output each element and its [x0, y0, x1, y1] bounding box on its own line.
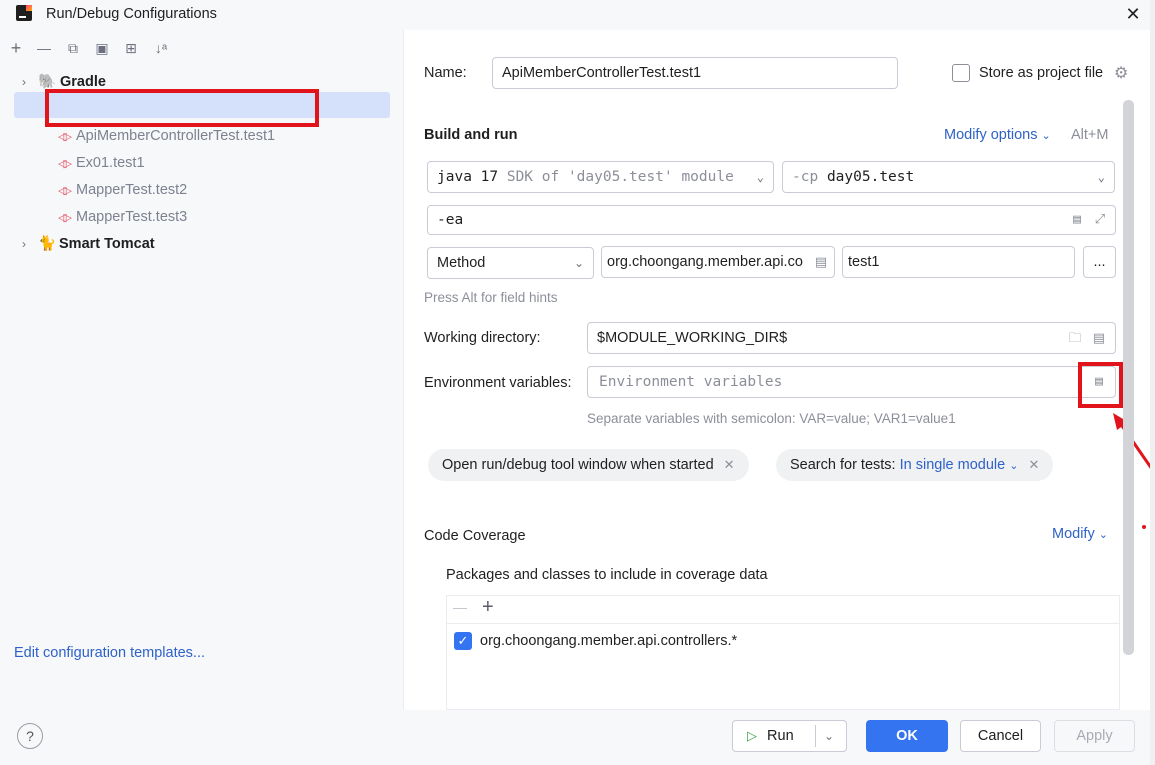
working-directory-label: Working directory:: [424, 330, 541, 346]
folder-icon[interactable]: 🗀: [1067, 330, 1083, 346]
open-tool-window-chip[interactable]: Open run/debug tool window when started ✕: [428, 449, 749, 481]
environment-variables-field[interactable]: Environment variables ▤: [587, 366, 1116, 398]
tree-item-label: MapperTest.test3: [76, 209, 188, 225]
remove-entry-icon[interactable]: —: [453, 599, 467, 615]
remove-configuration-icon[interactable]: —: [35, 39, 53, 57]
chevron-down-icon: ⌄: [1009, 460, 1019, 472]
environment-variables-hint: Separate variables with semicolon: VAR=v…: [587, 411, 956, 426]
chip-label: Search for tests:: [790, 457, 896, 473]
edit-templates-link[interactable]: Edit configuration templates...: [14, 645, 205, 661]
gear-icon[interactable]: ⚙: [1114, 63, 1128, 83]
class-value: org.choongang.member.api.co: [607, 254, 803, 270]
cp-flag: -cp: [792, 169, 819, 185]
chip-label: Open run/debug tool window when started: [442, 457, 714, 473]
store-project-file-label: Store as project file: [979, 65, 1104, 81]
modify-options-shortcut: Alt+M: [1071, 127, 1109, 143]
more-button[interactable]: ...: [1083, 246, 1116, 278]
expand-text-icon[interactable]: ▤: [1069, 212, 1085, 228]
ok-button[interactable]: OK: [866, 720, 948, 752]
chevron-down-icon: ⌄: [756, 170, 764, 184]
window-title: Run/Debug Configurations: [46, 6, 217, 22]
add-configuration-icon[interactable]: +: [7, 39, 25, 57]
browse-class-icon[interactable]: ▤: [813, 254, 829, 270]
help-button[interactable]: ?: [17, 723, 43, 749]
field-hints-text: Press Alt for field hints: [424, 290, 558, 305]
build-run-heading: Build and run: [424, 127, 518, 143]
coverage-entry-label: org.choongang.member.api.controllers.*: [480, 633, 738, 649]
vm-options-field[interactable]: -ea ▤ ⤢: [427, 205, 1116, 235]
cp-value: day05.test: [826, 169, 915, 185]
working-directory-field[interactable]: $MODULE_WORKING_DIR$ 🗀 ▤: [587, 322, 1116, 354]
chevron-down-icon: ⌄: [1041, 130, 1051, 142]
name-label: Name:: [424, 65, 467, 81]
search-for-tests-chip[interactable]: Search for tests: In single module ⌄ ✕: [776, 449, 1054, 481]
split-divider: [815, 725, 816, 747]
remove-chip-icon[interactable]: ✕: [1028, 457, 1039, 472]
remove-chip-icon[interactable]: ✕: [724, 457, 735, 472]
run-label: Run: [767, 728, 794, 744]
chevron-down-icon: ⌄: [1097, 170, 1105, 184]
intellij-logo-icon: [16, 5, 32, 21]
scrollbar[interactable]: [1123, 100, 1134, 655]
test-config-icon: ◁▷: [58, 185, 72, 197]
tree-item-mappertest-test2[interactable]: ◁▷ MapperTest.test2: [58, 177, 187, 203]
jdk-version: java 17: [437, 169, 499, 185]
coverage-toolbar: [447, 596, 1119, 624]
tree-node-label: Smart Tomcat: [59, 236, 155, 252]
annotation-dot: [1142, 525, 1146, 529]
annotation-highlight-box: [45, 89, 319, 127]
classpath-select[interactable]: -cp day05.test ⌄: [782, 161, 1115, 193]
save-configuration-icon[interactable]: ▣: [93, 39, 111, 57]
modify-options-label: Modify options: [944, 127, 1038, 143]
chevron-down-icon: ⌄: [1098, 529, 1108, 541]
test-config-icon: ◁▷: [58, 158, 72, 170]
class-field[interactable]: org.choongang.member.api.co ▤: [601, 246, 835, 278]
tree-item-label: Ex01.test1: [76, 155, 145, 171]
new-folder-icon[interactable]: ⊞: [122, 39, 140, 57]
environment-variables-placeholder: Environment variables: [599, 374, 783, 390]
modify-options-link[interactable]: Modify options ⌄: [944, 127, 1051, 143]
vm-options-value: -ea: [437, 212, 464, 228]
coverage-packages-label: Packages and classes to include in cover…: [446, 567, 768, 583]
jdk-detail: SDK of 'day05.test' module: [506, 169, 734, 185]
tree-item-label: MapperTest.test2: [76, 182, 188, 198]
add-entry-icon[interactable]: +: [482, 596, 494, 619]
environment-variables-label: Environment variables:: [424, 375, 572, 391]
test-config-icon: ◁▷: [58, 131, 72, 143]
code-coverage-heading: Code Coverage: [424, 528, 526, 544]
copy-configuration-icon[interactable]: ⧉: [64, 39, 82, 57]
sort-configurations-icon[interactable]: ↓ᵃ: [152, 39, 170, 57]
maximize-icon[interactable]: ⤢: [1092, 212, 1108, 228]
store-project-file-checkbox[interactable]: [952, 64, 970, 82]
name-field[interactable]: ApiMemberControllerTest.test1: [492, 57, 898, 89]
cancel-button[interactable]: Cancel: [960, 720, 1041, 752]
test-kind-select[interactable]: Method ⌄: [427, 247, 594, 279]
tree-item-ex01[interactable]: ◁▷ Ex01.test1: [58, 150, 145, 176]
search-scope-dropdown[interactable]: In single module: [900, 457, 1006, 473]
close-button[interactable]: ✕: [1120, 2, 1146, 26]
macros-icon[interactable]: ▤: [1091, 330, 1107, 346]
coverage-modify-link[interactable]: Modify ⌄: [1052, 526, 1108, 542]
coverage-modify-label: Modify: [1052, 526, 1095, 542]
test-config-icon: ◁▷: [58, 212, 72, 224]
chevron-right-icon: ›: [22, 237, 26, 251]
window-edge: [1150, 0, 1155, 765]
play-icon: ▷: [747, 728, 757, 743]
tree-item-mappertest-test3[interactable]: ◁▷ MapperTest.test3: [58, 204, 187, 230]
chevron-down-icon: ⌄: [573, 256, 584, 270]
annotation-highlight-box: [1078, 362, 1123, 408]
run-button[interactable]: ▷ Run ⌄: [732, 720, 847, 752]
tree-item-label: ApiMemberControllerTest.test1: [76, 128, 276, 144]
test-kind-value: Method: [437, 255, 486, 271]
method-field[interactable]: test1: [842, 246, 1075, 278]
working-directory-value: $MODULE_WORKING_DIR$: [597, 330, 788, 346]
chevron-down-icon[interactable]: ⌄: [824, 721, 834, 751]
apply-button[interactable]: Apply: [1054, 720, 1135, 752]
tomcat-icon: 🐈: [38, 236, 57, 252]
coverage-entry-checkbox[interactable]: ✓: [454, 632, 472, 650]
jdk-select[interactable]: java 17 SDK of 'day05.test' module ⌄: [427, 161, 774, 193]
